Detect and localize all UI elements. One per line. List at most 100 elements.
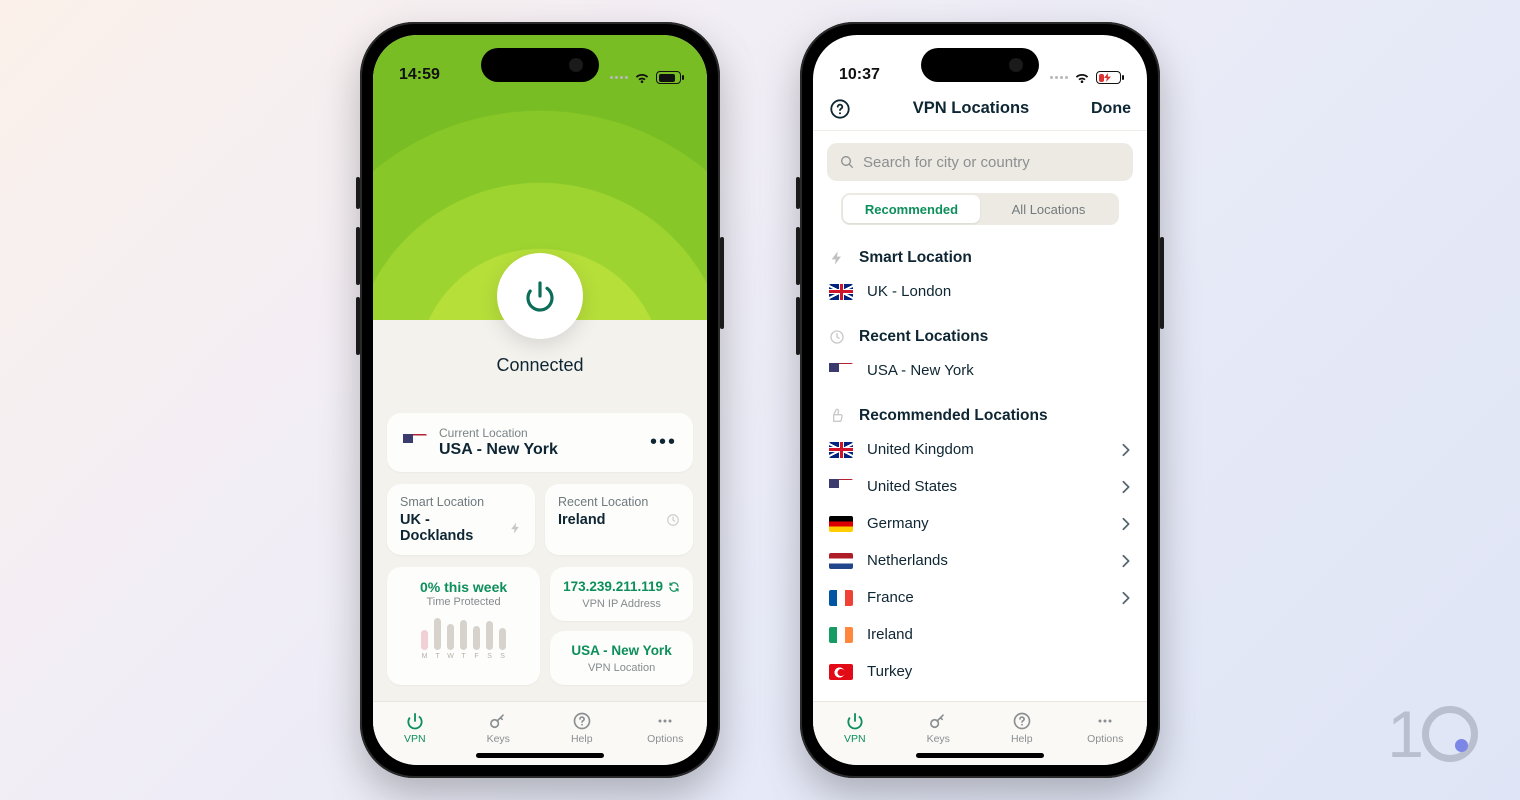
dynamic-island [481,48,599,82]
refresh-icon[interactable] [668,581,680,593]
row-country[interactable]: Ireland [813,616,1147,653]
chevron-right-icon [1121,517,1131,531]
flag-uk-icon [829,442,853,458]
row-smart-location[interactable]: UK - London [813,273,1147,310]
recent-location-value: Ireland [558,512,606,528]
smart-location-value: UK - Docklands [400,512,501,544]
dynamic-island [921,48,1039,82]
flag-uk-icon [829,284,853,300]
time-protected-sub: Time Protected [400,596,527,608]
more-icon [1095,711,1115,731]
vpn-location-value: USA - New York [571,643,671,658]
search-icon [839,154,855,170]
bolt-icon [509,521,522,535]
search-input[interactable]: Search for city or country [827,143,1133,181]
help-icon[interactable] [829,98,851,120]
tab-keys[interactable]: Keys [897,702,981,753]
time-protected-card[interactable]: 0% this week Time Protected MTWTFSS [387,567,540,685]
wifi-icon [1074,71,1090,84]
row-country[interactable]: Netherlands [813,542,1147,579]
flag-fr-icon [829,590,853,606]
flag-nl-icon [829,553,853,569]
battery-low-icon [1096,71,1121,84]
location-list: Smart Location UK - London Recent Locati… [813,225,1147,760]
flag-de-icon [829,516,853,532]
home-indicator[interactable] [476,753,604,758]
flag-tr-icon [829,664,853,680]
chevron-right-icon [1121,554,1131,568]
logo-watermark: 1 [1387,696,1478,772]
tab-keys[interactable]: Keys [457,702,541,753]
clock-icon [666,513,680,527]
recent-location-label: Recent Location [558,495,680,509]
more-icon [655,711,675,731]
smart-location-label: Smart Location [400,495,522,509]
battery-icon [656,71,681,84]
vpn-location-card[interactable]: USA - New York VPN Location [550,631,693,685]
tab-help[interactable]: Help [540,702,624,753]
flag-us-icon [403,434,427,451]
seg-all-locations[interactable]: All Locations [980,195,1117,223]
ip-value: 173.239.211.119 [563,579,663,594]
power-small-icon [405,711,425,731]
connection-status: Connected [373,355,707,376]
search-placeholder: Search for city or country [863,154,1030,171]
section-smart: Smart Location [813,231,1147,273]
section-recent: Recent Locations [813,310,1147,352]
current-location-label: Current Location [439,426,558,440]
country-name: Turkey [867,663,912,680]
key-icon [488,711,508,731]
cell-signal-icon [1050,76,1068,79]
row-country[interactable]: United States [813,468,1147,505]
help-icon [572,711,592,731]
week-bars [400,616,527,650]
ip-address-card[interactable]: 173.239.211.119 VPN IP Address [550,567,693,621]
row-country[interactable]: Germany [813,505,1147,542]
nav-title: VPN Locations [913,99,1029,118]
segmented-control: Recommended All Locations [841,193,1119,225]
power-button[interactable] [497,253,583,339]
key-icon [928,711,948,731]
row-recent-location[interactable]: USA - New York [813,352,1147,389]
home-indicator[interactable] [916,753,1044,758]
tab-options[interactable]: Options [624,702,708,753]
status-time: 14:59 [399,66,440,84]
country-name: France [867,589,914,606]
row-country[interactable]: Turkey [813,653,1147,690]
phone-connected: 14:59 Connected Current Location USA - N… [360,22,720,778]
current-location-value: USA - New York [439,441,558,459]
row-country[interactable]: France [813,579,1147,616]
time-protected-pct: 0% this week [400,579,527,595]
power-small-icon [845,711,865,731]
tab-vpn[interactable]: VPN [373,702,457,753]
ip-sub: VPN IP Address [563,598,680,610]
smart-location-card[interactable]: Smart Location UK - Docklands [387,484,535,555]
status-time: 10:37 [839,66,880,84]
thumbs-up-icon [829,408,845,424]
country-name: Germany [867,515,929,532]
more-icon[interactable]: ••• [650,431,677,454]
recent-location-card[interactable]: Recent Location Ireland [545,484,693,555]
power-icon [520,276,560,316]
chevron-right-icon [1121,443,1131,457]
week-day-labels: MTWTFSS [400,653,527,660]
help-icon [1012,711,1032,731]
chevron-right-icon [1121,480,1131,494]
row-country[interactable]: United Kingdom [813,431,1147,468]
tab-options[interactable]: Options [1064,702,1148,753]
country-name: Netherlands [867,552,948,569]
section-recommended: Recommended Locations [813,389,1147,431]
country-name: Ireland [867,626,913,643]
wifi-icon [634,71,650,84]
chevron-right-icon [1121,591,1131,605]
tab-help[interactable]: Help [980,702,1064,753]
clock-icon [829,329,845,345]
nav-bar: VPN Locations Done [813,87,1147,131]
phone-locations: 10:37 VPN Locations Done Search for city… [800,22,1160,778]
tab-vpn[interactable]: VPN [813,702,897,753]
flag-us-icon [829,363,853,379]
current-location-card[interactable]: Current Location USA - New York ••• [387,413,693,472]
seg-recommended[interactable]: Recommended [843,195,980,223]
done-button[interactable]: Done [1091,100,1131,118]
country-name: United States [867,478,957,495]
